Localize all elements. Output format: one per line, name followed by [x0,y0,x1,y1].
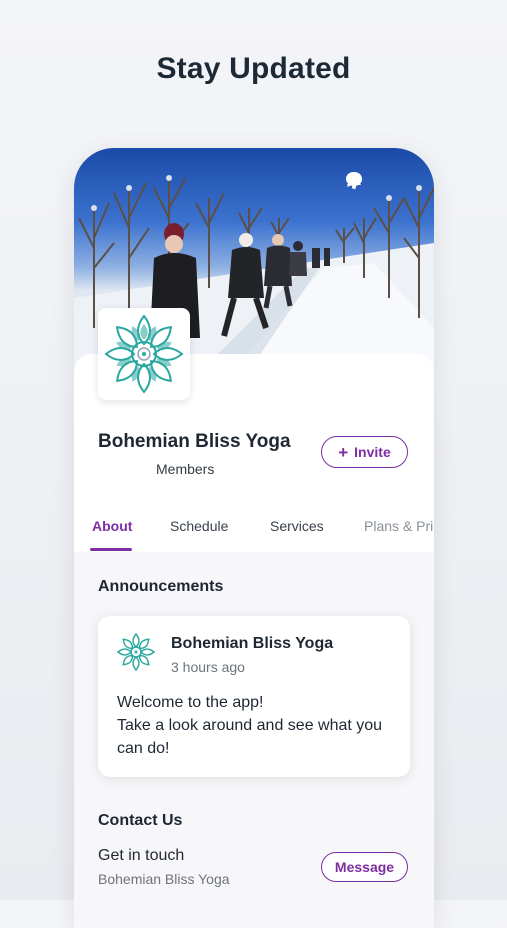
post-body-line: Welcome to the app! [117,694,264,711]
active-tab-indicator [90,548,132,551]
group-name: Bohemian Bliss Yoga [98,431,291,452]
about-feed: Announcements Bohemian Bliss Yoga 3 hour… [74,552,434,928]
phone-screen: Bohemian Bliss Yoga Members + Invite Abo… [74,148,434,928]
invite-button[interactable]: + Invite [321,436,408,468]
tab-about[interactable]: About [92,518,132,534]
tab-services[interactable]: Services [270,518,324,534]
message-button[interactable]: Message [321,852,408,882]
tab-schedule[interactable]: Schedule [170,518,228,534]
bell-icon[interactable] [347,170,408,190]
post-body-line: Take a look around and see what you can … [117,717,383,757]
invite-label: Invite [354,444,391,460]
announcement-post[interactable]: Bohemian Bliss Yoga 3 hours ago Welcome … [98,616,410,777]
announcements-title: Announcements [98,578,224,595]
members-link[interactable]: Members [156,461,214,477]
header-icons [344,170,408,190]
post-body: Welcome to the app! Take a look around a… [117,691,401,760]
headline: Stay Updated [156,52,351,85]
mandala-icon [105,314,183,393]
tab-bar: About Schedule Services Plans & Pricing [74,508,434,553]
contact-get-in-touch: Get in touch [98,847,185,864]
post-avatar-mandala-icon [117,632,155,671]
post-timestamp: 3 hours ago [171,659,245,675]
plus-icon: + [338,442,349,462]
contact-group-name: Bohemian Bliss Yoga [98,871,230,887]
tab-plans-pricing[interactable]: Plans & Pricing [364,518,434,534]
post-author: Bohemian Bliss Yoga [171,635,334,652]
group-logo [98,308,190,400]
contact-title: Contact Us [98,812,183,829]
